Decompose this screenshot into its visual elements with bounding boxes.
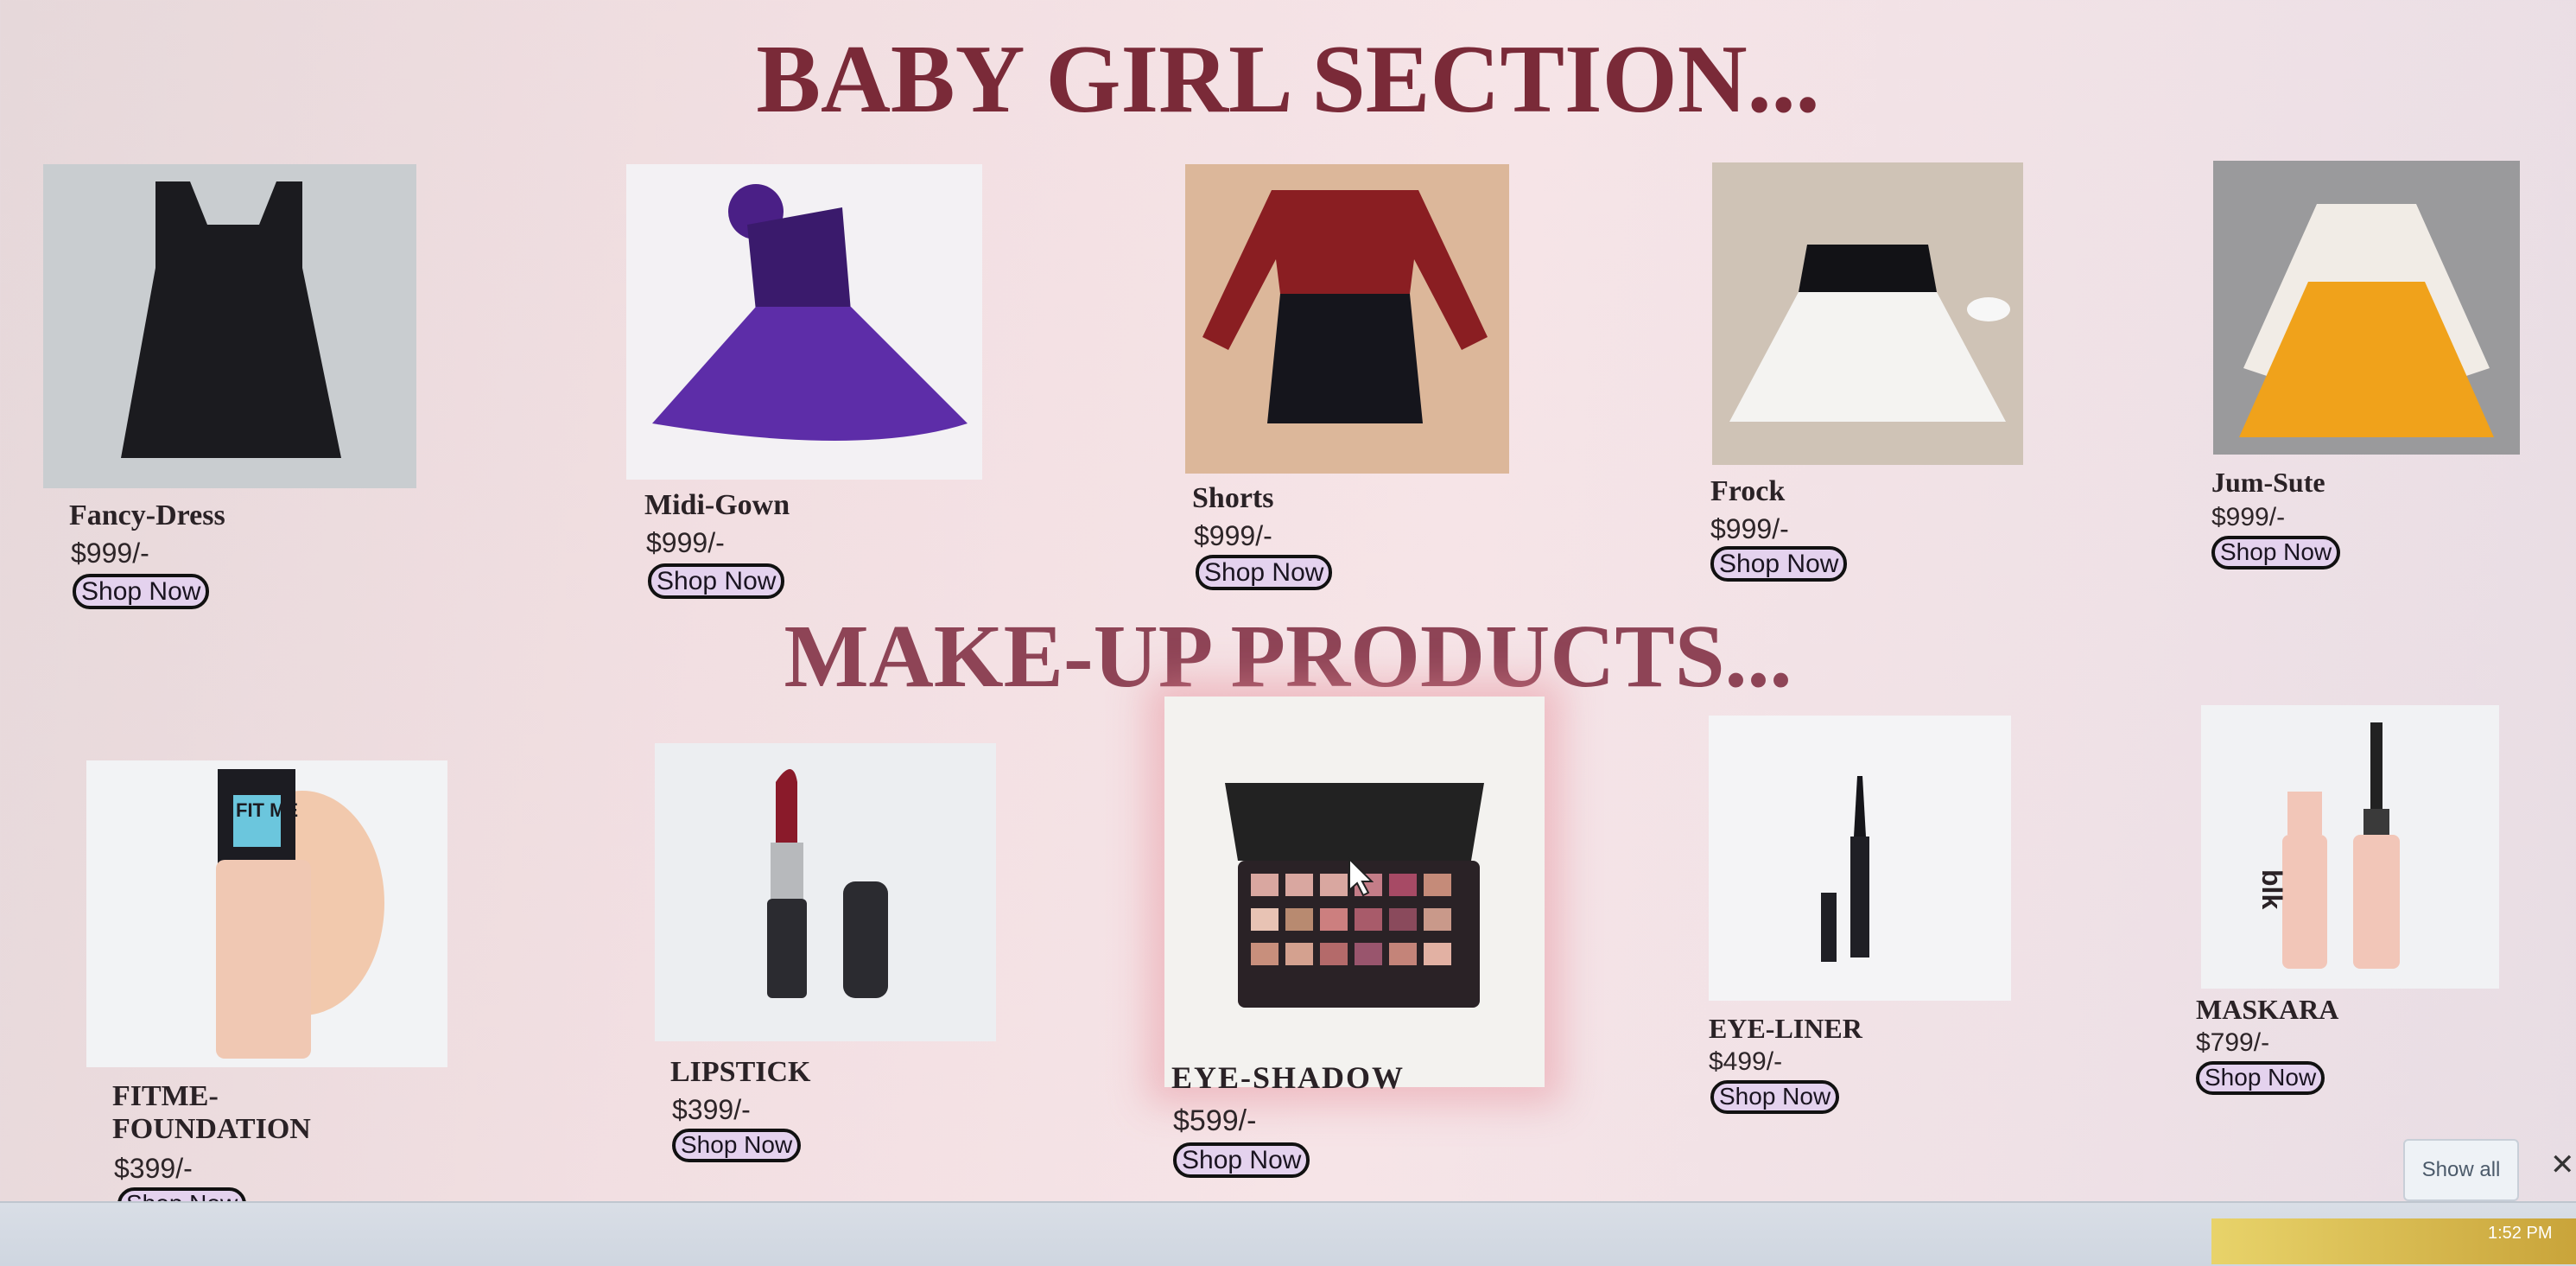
shop-now-button[interactable]: Shop Now (1196, 555, 1333, 590)
product-name: FOUNDATION (112, 1113, 311, 1145)
product-name: Frock (1710, 475, 1786, 507)
eye-liner-image[interactable] (1709, 716, 2011, 1001)
fancy-dress-image[interactable] (43, 164, 416, 488)
baby-girl-section-heading: BABY GIRL SECTION... (756, 26, 1820, 133)
product-price: $399/- (114, 1153, 193, 1184)
product-price: $499/- (1709, 1047, 1783, 1076)
shop-now-button[interactable]: Shop Now (73, 574, 210, 609)
product-name: FITME- (112, 1080, 219, 1112)
product-price: $999/- (2211, 503, 2286, 531)
shorts-image[interactable] (1185, 164, 1509, 474)
product-name: Fancy-Dress (69, 499, 225, 531)
download-bar (0, 1201, 2576, 1266)
shop-now-button[interactable]: Shop Now (648, 563, 785, 599)
product-price: $999/- (1194, 520, 1272, 551)
lipstick-image[interactable] (655, 743, 996, 1041)
mouse-cursor-icon (1348, 857, 1374, 897)
product-price: $799/- (2196, 1028, 2270, 1057)
close-icon[interactable]: ✕ (2550, 1148, 2575, 1182)
product-name: EYE-LINER (1709, 1013, 1862, 1044)
product-name: LIPSTICK (670, 1056, 811, 1088)
product-name: MASKARA (2196, 994, 2339, 1025)
product-price: $999/- (71, 538, 149, 569)
shop-now-button[interactable]: Shop Now (2196, 1061, 2325, 1095)
shop-now-button[interactable]: Shop Now (2211, 536, 2341, 569)
product-price: $399/- (672, 1094, 751, 1125)
maskara-image[interactable]: blk (2201, 705, 2499, 989)
shop-now-button[interactable]: Shop Now (1710, 546, 1848, 582)
shop-now-button[interactable]: Shop Now (1173, 1142, 1310, 1178)
product-price: $999/- (1710, 513, 1789, 544)
foundation-brand-text: FIT ME (236, 799, 299, 821)
product-name: Shorts (1192, 482, 1274, 514)
shop-now-button[interactable]: Shop Now (672, 1129, 802, 1162)
product-price: $599/- (1173, 1104, 1257, 1137)
product-price: $999/- (646, 527, 725, 558)
jum-sute-image[interactable] (2213, 161, 2520, 455)
taskbar-clock[interactable]: 1:52 PM (2488, 1224, 2552, 1244)
frock-image[interactable] (1712, 162, 2023, 465)
product-name: Midi-Gown (644, 489, 790, 521)
midi-gown-image[interactable] (626, 164, 982, 480)
makeup-products-heading: MAKE-UP PRODUCTS... (784, 607, 1792, 706)
show-all-button[interactable]: Show all (2403, 1139, 2519, 1201)
fitme-foundation-image[interactable]: FIT ME (86, 760, 447, 1067)
shop-now-button[interactable]: Shop Now (1710, 1080, 1840, 1114)
product-name: EYE-SHADOW (1171, 1060, 1405, 1095)
mascara-brand-text: blk (2256, 869, 2287, 910)
product-name: Jum-Sute (2211, 467, 2325, 498)
